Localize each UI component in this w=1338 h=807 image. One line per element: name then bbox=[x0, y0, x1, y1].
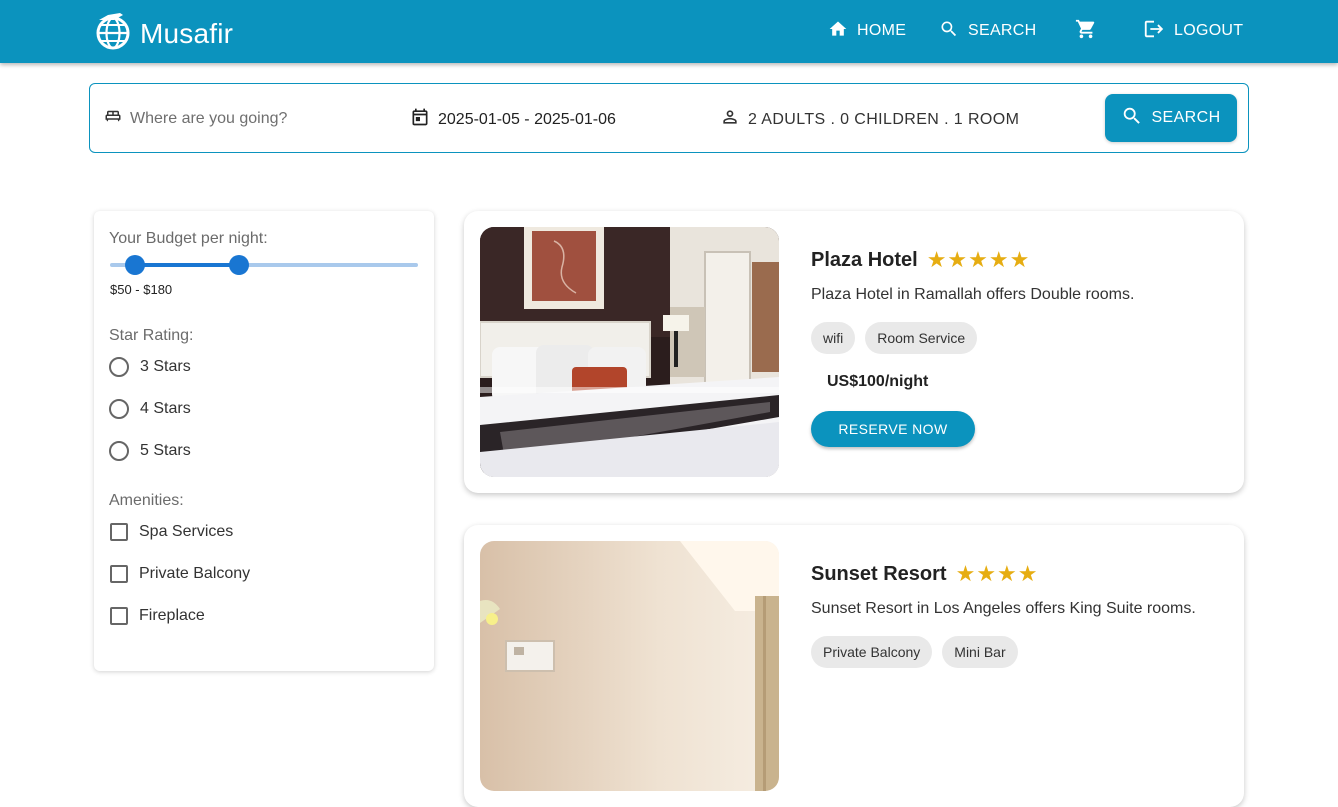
radio-button[interactable] bbox=[109, 357, 129, 377]
budget-slider-fill bbox=[134, 263, 240, 267]
checkbox[interactable] bbox=[110, 607, 128, 625]
hotel-name[interactable]: Plaza Hotel bbox=[811, 249, 918, 272]
amenity-chip: Private Balcony bbox=[811, 636, 933, 668]
calendar-icon bbox=[410, 107, 430, 132]
star-option-label: 4 Stars bbox=[140, 400, 191, 417]
budget-slider-max-thumb[interactable] bbox=[229, 255, 250, 275]
cart-icon bbox=[1075, 18, 1097, 45]
destination-field[interactable] bbox=[104, 107, 390, 130]
person-icon bbox=[720, 107, 740, 132]
search-icon bbox=[939, 19, 959, 44]
hotel-description: Plaza Hotel in Ramallah offers Double ro… bbox=[811, 286, 1135, 303]
star-option-label: 3 Stars bbox=[140, 358, 191, 375]
star-rating-icon: ★★★★ bbox=[955, 561, 1039, 586]
search-button[interactable]: SEARCH bbox=[1105, 94, 1237, 142]
radio-button[interactable] bbox=[109, 441, 129, 461]
checkbox[interactable] bbox=[110, 523, 128, 541]
hotel-title-row: Plaza Hotel ★★★★★ bbox=[811, 247, 1030, 273]
hotel-photo[interactable] bbox=[480, 227, 779, 477]
checkbox[interactable] bbox=[110, 565, 128, 583]
star-rating-label: Star Rating: bbox=[109, 327, 194, 344]
search-bar: 2025-01-05 - 2025-01-06 2 ADULTS . 0 CHI… bbox=[89, 83, 1249, 153]
amenity-chips: Private Balcony Mini Bar bbox=[811, 636, 1028, 668]
search-button-label: SEARCH bbox=[1151, 109, 1221, 126]
amenity-chip: wifi bbox=[811, 322, 856, 354]
nav-search[interactable]: SEARCH bbox=[939, 19, 1036, 43]
filters-panel: Your Budget per night: $50 - $180 Star R… bbox=[94, 211, 434, 671]
logout-icon bbox=[1143, 18, 1165, 45]
budget-slider-min-thumb[interactable] bbox=[124, 255, 145, 275]
app-bar: Musafir HOME SEARCH LOGOUT bbox=[0, 0, 1338, 63]
amenity-chip: Room Service bbox=[865, 322, 978, 354]
bed-icon bbox=[104, 107, 122, 130]
star-rating-icon: ★★★★★ bbox=[926, 247, 1031, 272]
hotel-price: US$100/night bbox=[827, 373, 929, 390]
guests-picker[interactable]: 2 ADULTS . 0 CHILDREN . 1 ROOM bbox=[720, 107, 1019, 132]
amenity-label: Private Balcony bbox=[139, 565, 251, 582]
nav-home[interactable]: HOME bbox=[828, 19, 906, 43]
nav-home-label: HOME bbox=[857, 22, 907, 39]
amenity-spa-services[interactable]: Spa Services bbox=[109, 523, 233, 541]
hotel-card: Sunset Resort ★★★★ Sunset Resort in Los … bbox=[464, 525, 1244, 807]
hotel-card: Plaza Hotel ★★★★★ Plaza Hotel in Ramalla… bbox=[464, 211, 1244, 493]
home-icon bbox=[828, 19, 848, 44]
brand[interactable]: Musafir bbox=[94, 11, 233, 56]
nav-search-label: SEARCH bbox=[968, 22, 1037, 39]
amenity-label: Spa Services bbox=[139, 523, 234, 540]
amenity-chips: wifi Room Service bbox=[811, 322, 987, 354]
budget-slider[interactable] bbox=[110, 255, 418, 275]
amenity-fireplace[interactable]: Fireplace bbox=[109, 607, 205, 625]
amenity-chip: Mini Bar bbox=[942, 636, 1018, 668]
star-option-3[interactable]: 3 Stars bbox=[109, 357, 191, 377]
hotel-description: Sunset Resort in Los Angeles offers King… bbox=[811, 600, 1196, 617]
star-option-5[interactable]: 5 Stars bbox=[109, 441, 191, 461]
amenity-label: Fireplace bbox=[139, 607, 205, 624]
reserve-now-button[interactable]: RESERVE NOW bbox=[811, 411, 975, 447]
cart-button[interactable] bbox=[1075, 19, 1097, 43]
budget-range-text: $50 - $180 bbox=[110, 282, 173, 297]
hotel-photo[interactable] bbox=[480, 541, 779, 791]
hotel-title-row: Sunset Resort ★★★★ bbox=[811, 561, 1038, 587]
nav-logout[interactable]: LOGOUT bbox=[1143, 19, 1243, 43]
globe-plane-icon bbox=[94, 11, 132, 56]
budget-label: Your Budget per night: bbox=[109, 230, 268, 247]
radio-button[interactable] bbox=[109, 399, 129, 419]
star-option-4[interactable]: 4 Stars bbox=[109, 399, 191, 419]
date-range-text: 2025-01-05 - 2025-01-06 bbox=[438, 110, 616, 128]
nav-logout-label: LOGOUT bbox=[1174, 22, 1244, 39]
date-range-picker[interactable]: 2025-01-05 - 2025-01-06 bbox=[410, 107, 616, 132]
star-option-label: 5 Stars bbox=[140, 442, 191, 459]
brand-title: Musafir bbox=[140, 17, 234, 49]
search-icon bbox=[1121, 105, 1143, 132]
guests-text: 2 ADULTS . 0 CHILDREN . 1 ROOM bbox=[748, 110, 1020, 128]
amenities-label: Amenities: bbox=[109, 492, 184, 509]
destination-input[interactable] bbox=[130, 109, 390, 128]
amenity-private-balcony[interactable]: Private Balcony bbox=[109, 565, 250, 583]
hotel-name[interactable]: Sunset Resort bbox=[811, 563, 947, 586]
